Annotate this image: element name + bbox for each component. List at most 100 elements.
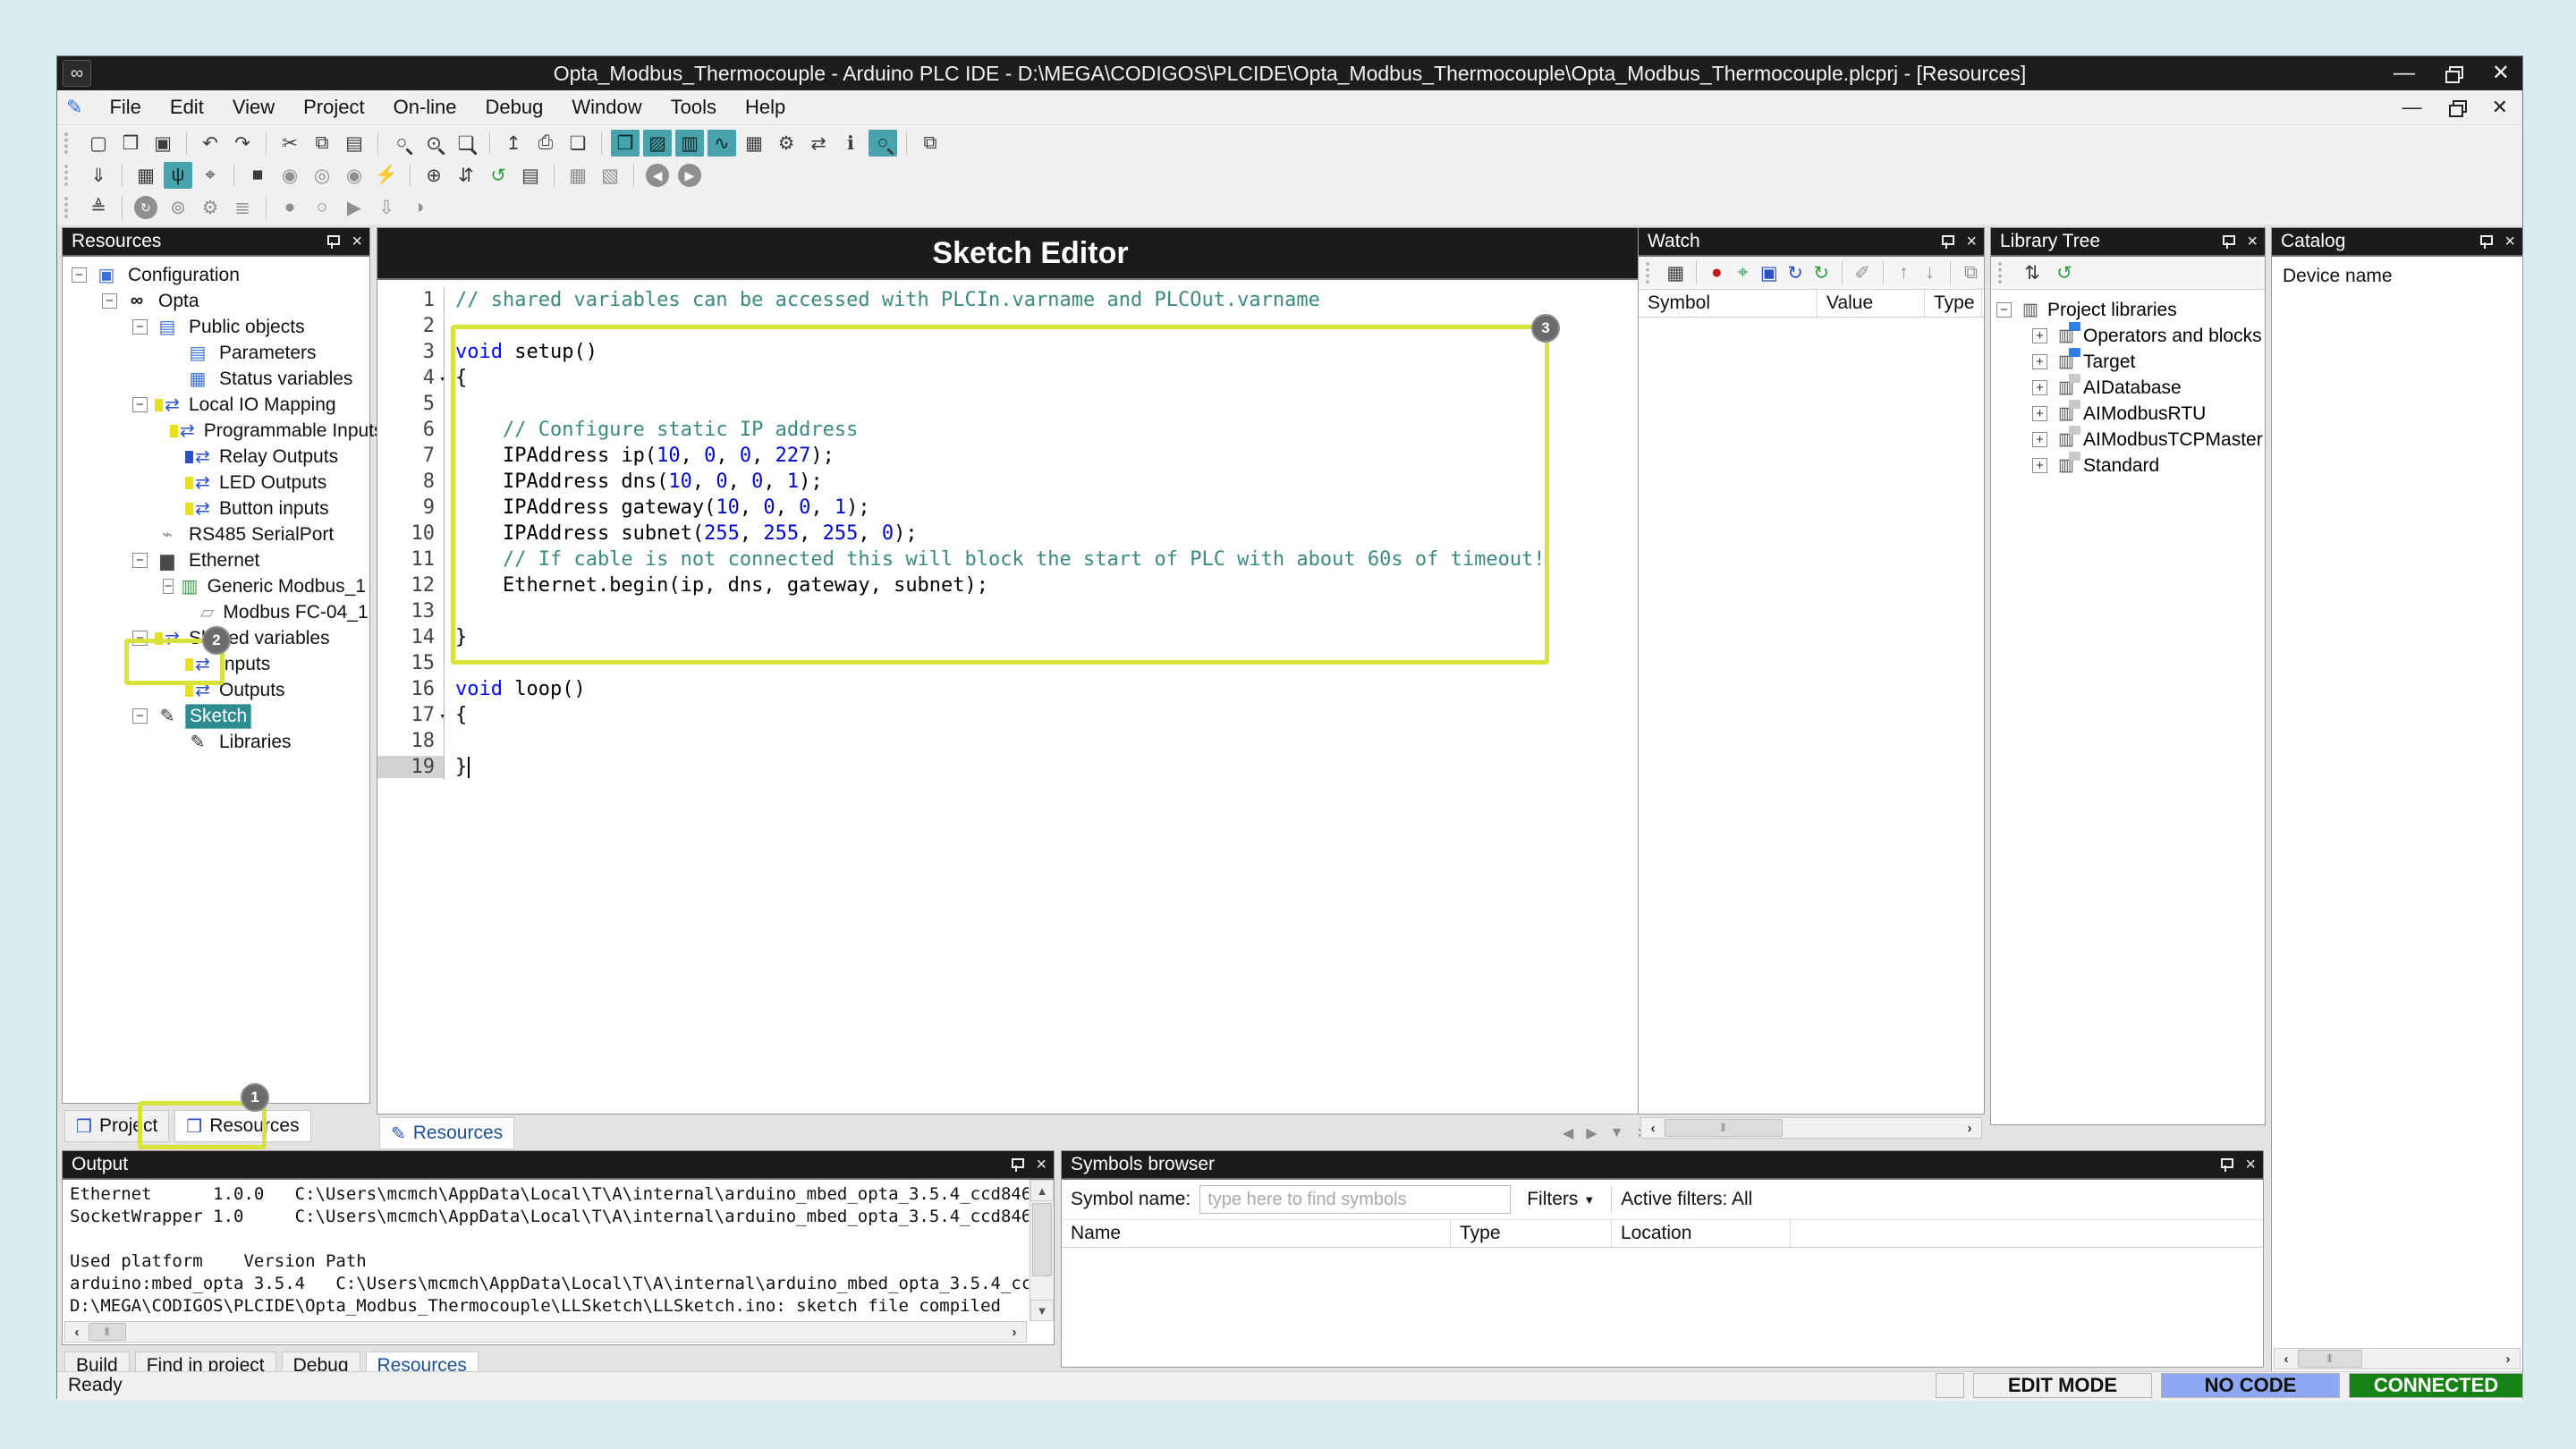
tree-item-status-variables[interactable]: ▦ Status variables [66, 366, 369, 392]
expand-icon[interactable]: − [72, 267, 87, 283]
tree-item-generic-modbus-1[interactable]: − ▥ Generic Modbus_1 [66, 573, 369, 599]
undo-icon[interactable]: ↶ [196, 130, 225, 157]
code-line-19[interactable]: 19} [377, 754, 1658, 780]
print-icon[interactable]: ⎙ [531, 130, 560, 157]
diff-icon[interactable]: ⇵ [452, 162, 480, 189]
toggle-project-window-icon[interactable]: ❒ [611, 130, 640, 157]
download-code-icon[interactable]: ⇓ [84, 162, 113, 189]
redo-icon[interactable]: ↷ [228, 130, 257, 157]
expand-icon[interactable]: + [2032, 354, 2047, 369]
halt-icon[interactable]: ■ [243, 162, 272, 189]
breakpoint-icon[interactable]: ● [275, 194, 304, 221]
cut-icon[interactable]: ✂ [275, 130, 304, 157]
tree-item-programmable-inputs[interactable]: ⇄ Programmable Inputs [66, 418, 384, 444]
open-project-icon[interactable]: ❒ [116, 130, 145, 157]
code-line-6[interactable]: 6 // Configure static IP address [377, 417, 1658, 443]
catalog-horizontal-scrollbar[interactable]: ‹ ⦀ › [2274, 1348, 2521, 1369]
connect-icon[interactable]: ψ [164, 162, 192, 189]
scroll-left-icon[interactable]: ‹ [2275, 1349, 2298, 1368]
close-panel-icon[interactable]: × [1966, 233, 1977, 250]
scroll-left-icon[interactable]: ‹ [1641, 1118, 1665, 1138]
catalog-scroll-thumb[interactable]: ⦀ [2298, 1350, 2362, 1368]
grid-settings-icon[interactable]: ▧ [596, 162, 624, 189]
expand-icon[interactable]: − [132, 553, 148, 568]
symbol-search-input[interactable] [1199, 1185, 1512, 1214]
trigger-icon[interactable]: ≜ [84, 194, 113, 221]
code-line-8[interactable]: 8 IPAddress dns(10, 0, 0, 1); [377, 469, 1658, 495]
record-symbols-icon[interactable]: ● [1706, 259, 1728, 286]
close-panel-icon[interactable]: × [2247, 233, 2258, 250]
close-panel-icon[interactable]: × [2245, 1156, 2256, 1174]
tree-item-relay-outputs[interactable]: ⇄ Relay Outputs [66, 444, 369, 470]
toggle-oscilloscope-icon[interactable]: ∿ [708, 130, 736, 157]
expand-icon[interactable]: − [1996, 302, 2012, 318]
browse-target-icon[interactable]: ⊕ [419, 162, 448, 189]
tab-list-icon[interactable]: ▼ [1610, 1125, 1624, 1141]
close-panel-icon[interactable]: × [352, 233, 362, 250]
find-symbol-icon[interactable]: ○ [869, 130, 897, 157]
menu-debug[interactable]: Debug [471, 92, 558, 122]
output-vertical-scrollbar[interactable]: ▲ ▼ [1030, 1180, 1054, 1321]
find-next-icon[interactable]: ⊙ [419, 130, 448, 157]
code-line-17[interactable]: 17 ▾ { [377, 702, 1658, 728]
expand-icon[interactable]: + [2032, 406, 2047, 421]
import-icon[interactable]: ↥ [499, 130, 528, 157]
insert-symbol-icon[interactable]: ⌖ [1732, 259, 1754, 286]
toolbar-grip[interactable] [64, 197, 73, 218]
code-line-3[interactable]: 3 void setup() [377, 339, 1658, 365]
copy-icon[interactable]: ⧉ [308, 130, 336, 157]
tree-item-local-io-mapping[interactable]: − ⇄ Local IO Mapping [66, 392, 369, 418]
library-item-aimodbusrtu[interactable]: + ▥ AIModbusRTU [1996, 400, 2265, 427]
symbols-body[interactable] [1062, 1250, 2263, 1367]
expand-icon[interactable]: − [132, 397, 148, 412]
code-line-7[interactable]: 7 IPAddress ip(10, 0, 0, 227); [377, 443, 1658, 469]
tree-item-button-inputs[interactable]: ⇄ Button inputs [66, 496, 369, 521]
minimize-button[interactable]: — [2394, 63, 2415, 84]
close-panel-icon[interactable]: × [2504, 233, 2515, 250]
tree-item-configuration[interactable]: − ▣ Configuration [66, 262, 369, 288]
library-item-operators-and-blocks[interactable]: + ▥ Operators and blocks [1996, 322, 2265, 349]
tree-item-inputs[interactable]: ⇄ Inputs [66, 651, 369, 677]
record-icon[interactable]: ◑ [404, 194, 433, 221]
brush-icon[interactable]: ✐ [1852, 259, 1874, 286]
output-horizontal-scrollbar[interactable]: ‹ ⦀ › [64, 1321, 1027, 1343]
pin-icon[interactable] [2479, 234, 2494, 249]
run-icon[interactable]: ▶ [340, 194, 369, 221]
expand-icon[interactable]: + [2032, 380, 2047, 395]
pin-icon[interactable] [326, 234, 341, 249]
dock-tab-resources[interactable]: ❒ Resources [174, 1110, 311, 1142]
code-line-15[interactable]: 15 [377, 650, 1658, 676]
tab-prev-icon[interactable]: ◀ [1563, 1124, 1573, 1142]
menu-help[interactable]: Help [731, 92, 800, 122]
watch-body[interactable] [1639, 316, 1984, 1090]
grid-icon[interactable]: ▦ [564, 162, 592, 189]
watch-column-value[interactable]: Value [1818, 290, 1925, 317]
mdi-restore-button[interactable] [2448, 100, 2467, 117]
output-scroll-hthumb[interactable]: ⦀ [89, 1323, 126, 1341]
expand-icon[interactable]: + [2032, 328, 2047, 343]
code-line-16[interactable]: 16 void loop() [377, 676, 1658, 702]
scroll-left-icon[interactable]: ‹ [65, 1322, 89, 1342]
tree-item-outputs[interactable]: ⇄ Outputs [66, 677, 369, 703]
resync-icon[interactable]: ↺ [484, 162, 513, 189]
toggle-output-window-icon[interactable]: ▨ [643, 130, 672, 157]
live-debug-icon[interactable]: ↻ [134, 196, 157, 219]
refresh-watch-icon[interactable]: ↻ [1784, 259, 1806, 286]
close-button[interactable]: ✕ [2492, 63, 2510, 84]
trigger-levels-icon[interactable]: ≣ [228, 194, 257, 221]
code-line-4[interactable]: 4 ▾ { [377, 365, 1658, 391]
pin-icon[interactable] [2220, 1157, 2234, 1172]
watch-grid-icon[interactable]: ▦ [1665, 259, 1687, 286]
output-scroll-thumb[interactable] [1032, 1203, 1052, 1276]
expand-icon[interactable]: − [132, 631, 148, 646]
fold-marker-icon[interactable]: ▾ [439, 710, 445, 722]
tree-item-modbus-fc-04-1[interactable]: ▱ Modbus FC-04_1 [66, 599, 369, 625]
watch-window-icon[interactable]: ▦ [740, 130, 768, 157]
tree-item-parameters[interactable]: ▤ Parameters [66, 340, 369, 366]
move-down-icon[interactable]: ↓ [1919, 259, 1941, 286]
info-icon[interactable]: ℹ [836, 130, 865, 157]
toolbar-grip[interactable] [1998, 262, 2007, 284]
watch-column-symbol[interactable]: Symbol [1639, 290, 1818, 317]
mouse-mode-icon[interactable]: ⌖ [196, 162, 225, 189]
library-item-target[interactable]: + ▥ Target [1996, 348, 2265, 375]
